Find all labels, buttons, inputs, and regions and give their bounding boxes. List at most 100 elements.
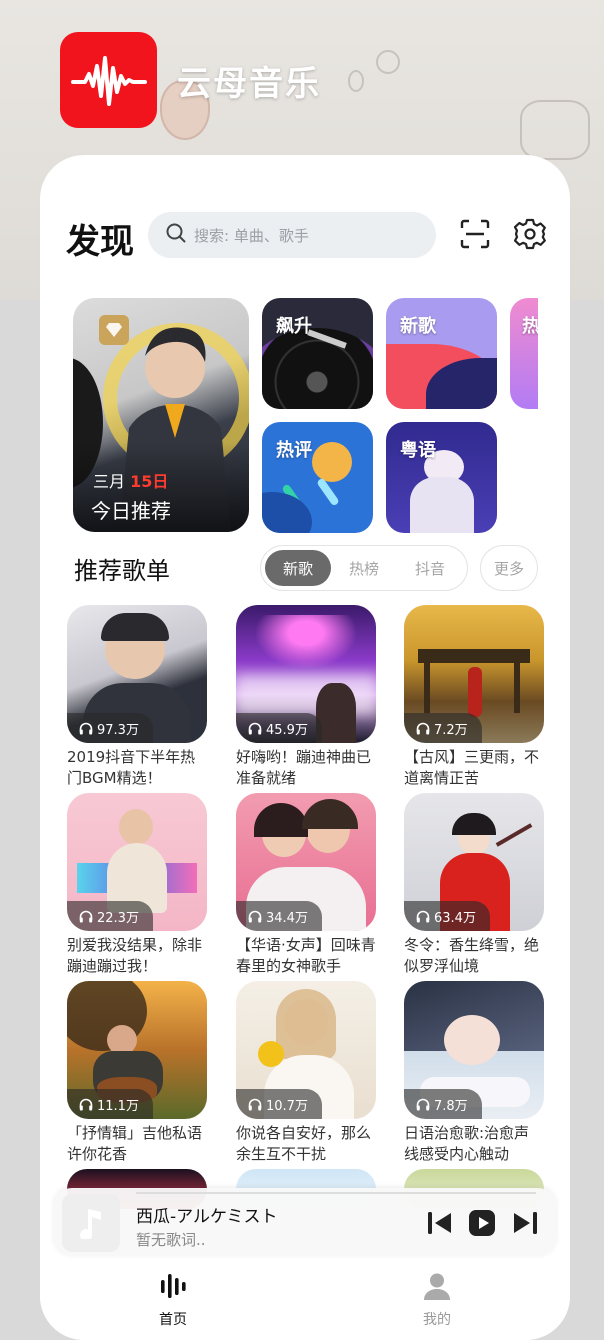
play-count: 45.9万: [236, 713, 322, 743]
daily-recommend-card[interactable]: 三月 15日 今日推荐: [73, 298, 249, 532]
category-tile-rising[interactable]: 飙升: [262, 298, 373, 409]
category-tile-new[interactable]: 新歌: [386, 298, 497, 409]
play-button[interactable]: [467, 1208, 497, 1238]
playlist-section-header: 推荐歌单 新歌 热榜 抖音 更多: [40, 545, 570, 591]
play-count: 11.1万: [67, 1089, 153, 1119]
music-note-icon: [80, 1209, 101, 1239]
featured-date: 三月 15日: [93, 472, 169, 491]
playlist-card[interactable]: 34.4万 【华语·女声】回味青春里的女神歌手: [236, 793, 376, 977]
headphones-icon: [248, 722, 262, 734]
album-art: [62, 1194, 120, 1252]
playlist-cover: 7.8万: [404, 981, 544, 1119]
app-logo: [60, 32, 157, 128]
playlist-filter-tabs: 新歌 热榜 抖音: [260, 545, 468, 591]
section-title: 推荐歌单: [74, 557, 170, 585]
song-title: 西瓜-アルケミスト: [136, 1207, 278, 1227]
playlist-cover: 10.7万: [236, 981, 376, 1119]
play-count: 7.8万: [404, 1089, 482, 1119]
category-tile-hot-comments[interactable]: 热评: [262, 422, 373, 533]
gear-icon: [514, 218, 546, 250]
song-lyric: 暂无歌词..: [136, 1231, 206, 1249]
category-label: 粤语: [400, 440, 436, 461]
scan-icon: [460, 219, 490, 249]
tab-mine-label: 我的: [423, 1312, 451, 1328]
playlist-cover: 97.3万: [67, 605, 207, 743]
playlist-card[interactable]: 7.8万 日语治愈歌:治愈声线感受内心触动: [404, 981, 544, 1165]
tab-douyin[interactable]: 抖音: [397, 550, 463, 586]
headphones-icon: [79, 910, 93, 922]
playlist-cover: 45.9万: [236, 605, 376, 743]
diamond-icon: [99, 315, 129, 345]
headphones-icon: [79, 722, 93, 734]
category-tile-hot[interactable]: 热: [510, 298, 538, 409]
play-count: 22.3万: [67, 901, 153, 931]
tab-new[interactable]: 新歌: [265, 550, 331, 586]
playlist-cover: 34.4万: [236, 793, 376, 931]
playlist-cover: 11.1万: [67, 981, 207, 1119]
play-icon: [469, 1210, 495, 1236]
playlist-title: 「抒情辑」吉他私语许你花香: [67, 1124, 203, 1163]
page-title: 发现: [66, 222, 134, 262]
tab-mine[interactable]: 我的: [397, 1271, 477, 1329]
playlist-cover: 63.4万: [404, 793, 544, 931]
headphones-icon: [416, 722, 430, 734]
playlist-card[interactable]: 22.3万 别爱我没结果，除非蹦迪蹦过我！: [67, 793, 207, 977]
playlist-title: 好嗨哟！蹦迪神曲已准备就绪: [236, 748, 372, 787]
settings-button[interactable]: [513, 217, 547, 251]
tab-home[interactable]: 首页: [133, 1271, 213, 1329]
play-count: 34.4万: [236, 901, 322, 931]
search-icon: [166, 223, 186, 247]
playlist-cover: 22.3万: [67, 793, 207, 931]
playlist-cover: 7.2万: [404, 605, 544, 743]
playlist-card[interactable]: 11.1万 「抒情辑」吉他私语许你花香: [67, 981, 207, 1165]
headphones-icon: [79, 1098, 93, 1110]
tab-home-label: 首页: [159, 1312, 187, 1328]
headphones-icon: [248, 1098, 262, 1110]
play-count: 63.4万: [404, 901, 490, 931]
playlist-card[interactable]: 45.9万 好嗨哟！蹦迪神曲已准备就绪: [236, 605, 376, 789]
background-decoration: [348, 70, 364, 92]
featured-title: 今日推荐: [91, 499, 171, 523]
progress-bar[interactable]: [136, 1192, 536, 1194]
category-label: 热评: [276, 440, 312, 461]
skip-next-icon: [514, 1212, 537, 1234]
playlist-title: 2019抖音下半年热门BGM精选！: [67, 748, 196, 787]
category-tile-cantonese[interactable]: 粤语: [386, 422, 497, 533]
playlist-card[interactable]: 97.3万 2019抖音下半年热门BGM精选！: [67, 605, 207, 789]
play-count: 7.2万: [404, 713, 482, 743]
headphones-icon: [248, 910, 262, 922]
playlist-title: 别爱我没结果，除非蹦迪蹦过我！: [67, 936, 203, 975]
playlist-title: 【华语·女声】回味青春里的女神歌手: [236, 936, 376, 975]
tab-hot[interactable]: 热榜: [331, 550, 397, 586]
scan-button[interactable]: [458, 217, 492, 251]
category-label: 热: [522, 316, 538, 337]
headphones-icon: [416, 1098, 430, 1110]
category-label: 飙升: [276, 316, 312, 337]
playlist-title: 日语治愈歌:治愈声线感受内心触动: [404, 1124, 530, 1163]
search-input[interactable]: 搜索: 单曲、歌手: [148, 212, 436, 258]
playlist-title: 【古风】三更雨，不道离情正苦: [404, 748, 540, 787]
top-bar: 发现 搜索: 单曲、歌手: [40, 210, 570, 262]
next-button[interactable]: [510, 1208, 540, 1238]
playlist-card[interactable]: 7.2万 【古风】三更雨，不道离情正苦: [404, 605, 544, 789]
playlist-card[interactable]: 10.7万 你说各自安好，那么余生互不干扰: [236, 981, 376, 1165]
play-count: 97.3万: [67, 713, 153, 743]
background-decoration: [520, 100, 590, 160]
app-name: 云母音乐: [177, 63, 321, 104]
category-label: 新歌: [400, 316, 436, 337]
playlist-title: 冬令：香生绛雪，绝似罗浮仙境: [404, 936, 540, 975]
playlist-card[interactable]: 63.4万 冬令：香生绛雪，绝似罗浮仙境: [404, 793, 544, 977]
equalizer-icon: [161, 1274, 186, 1298]
previous-button[interactable]: [425, 1208, 455, 1238]
user-icon: [424, 1273, 450, 1300]
search-placeholder: 搜索: 单曲、歌手: [194, 226, 309, 245]
playlist-title: 你说各自安好，那么余生互不干扰: [236, 1124, 372, 1163]
more-button[interactable]: 更多: [480, 545, 538, 591]
skip-previous-icon: [428, 1212, 451, 1234]
main-card: 发现 搜索: 单曲、歌手 三月 15日 今日推荐 飙升 新歌 热 热评 粤语 推…: [40, 155, 570, 1340]
headphones-icon: [416, 910, 430, 922]
play-count: 10.7万: [236, 1089, 322, 1119]
mini-player[interactable]: 西瓜-アルケミスト 暂无歌词..: [54, 1188, 556, 1256]
bottom-tab-bar: 首页 我的: [40, 1263, 570, 1340]
app-header: 云母音乐: [60, 32, 321, 128]
